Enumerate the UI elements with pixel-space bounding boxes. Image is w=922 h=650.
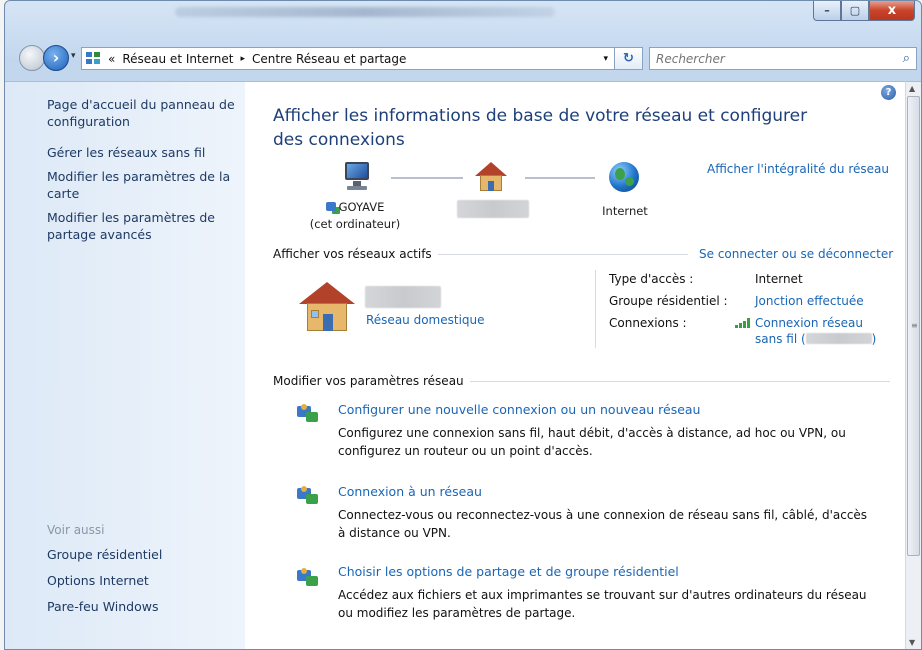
map-connector-line — [391, 177, 463, 179]
minimize-button[interactable]: – — [813, 1, 841, 21]
grip-icon: ≡ — [911, 321, 918, 330]
homegroup-small-icon — [325, 202, 336, 211]
map-connector-line — [525, 177, 595, 179]
vertical-scrollbar[interactable]: ▲ ≡ ▼ — [905, 81, 921, 649]
navigation-bar: › ▾ « Réseau et Internet ▸ Centre Réseau… — [5, 41, 921, 75]
control-panel-window: – ▢ x › ▾ « Réseau et Internet ▸ Centre … — [4, 0, 922, 650]
crumb-network-internet[interactable]: Réseau et Internet — [122, 52, 233, 66]
main-content: ? Afficher les informations de base de v… — [245, 81, 905, 649]
internet-label: Internet — [602, 204, 648, 218]
recent-pages-chevron-icon[interactable]: ▾ — [71, 51, 76, 61]
sidebar-link-windows-firewall[interactable]: Pare-feu Windows — [47, 598, 237, 615]
task-new-connection-desc: Configurez une connexion sans fil, haut … — [338, 426, 846, 458]
wireless-connection-link[interactable]: Connexion réseau — [755, 316, 863, 330]
wireless-connection-link-line2[interactable]: sans fil () — [755, 332, 876, 346]
home-network-icon — [299, 282, 355, 332]
redacted-network-name — [365, 286, 441, 308]
task-connect-network-link[interactable]: Connexion à un réseau — [338, 484, 482, 499]
search-icon[interactable]: ⌕ — [903, 51, 910, 66]
task-sharing-options-desc: Accédez aux fichiers et aux imprimantes … — [338, 588, 867, 620]
sidebar-link-advanced-sharing[interactable]: Modifier les paramètres de partage avanc… — [47, 209, 237, 243]
sidebar: Page d'accueil du panneau de configurati… — [5, 81, 245, 649]
address-dropdown-icon[interactable]: ▾ — [603, 54, 608, 64]
scroll-up-icon[interactable]: ▲ — [909, 84, 915, 93]
task-connect-network-desc: Connectez-vous ou reconnectez-vous à une… — [338, 508, 868, 540]
back-arrow-icon[interactable] — [19, 45, 45, 71]
connect-network-icon — [297, 486, 321, 506]
access-type-value: Internet — [755, 272, 803, 286]
globe-icon[interactable] — [609, 162, 639, 192]
maximize-button[interactable]: ▢ — [841, 1, 869, 21]
blurred-window-title — [175, 7, 555, 17]
network-type-link[interactable]: Réseau domestique — [366, 313, 485, 327]
see-also-heading: Voir aussi — [47, 523, 105, 537]
title-bar: – ▢ x — [5, 1, 921, 35]
sidebar-tasks: Page d'accueil du panneau de configurati… — [47, 96, 237, 257]
wifi-signal-icon — [735, 318, 751, 328]
page-title: Afficher les informations de base de vot… — [273, 106, 808, 150]
scroll-thumb[interactable]: ≡ — [907, 96, 920, 556]
crumb-network-center[interactable]: Centre Réseau et partage — [252, 52, 406, 66]
sidebar-see-also: Voir aussi Groupe résidentiel Options In… — [47, 523, 237, 624]
sidebar-link-internet-options[interactable]: Options Internet — [47, 572, 237, 589]
redacted-ssid — [805, 333, 872, 344]
task-new-connection-link[interactable]: Configurer une nouvelle connexion ou un … — [338, 402, 700, 417]
forward-arrow-icon[interactable]: › — [43, 45, 69, 71]
change-settings-header: Modifier vos paramètres réseau — [273, 374, 890, 388]
connect-disconnect-link[interactable]: Se connecter ou se déconnecter — [699, 247, 893, 261]
address-bar[interactable]: « Réseau et Internet ▸ Centre Réseau et … — [81, 47, 615, 70]
house-icon[interactable] — [475, 162, 507, 192]
computer-subtitle: (cet ordinateur) — [309, 217, 401, 231]
homegroup-link[interactable]: Jonction effectuée — [755, 294, 864, 308]
sidebar-link-adapter-settings[interactable]: Modifier les paramètres de la carte — [47, 168, 237, 202]
refresh-button[interactable]: ↻ — [615, 47, 643, 70]
active-networks-header: Afficher vos réseaux actifs — [273, 247, 688, 261]
computer-name: GOYAVE — [305, 200, 405, 214]
scroll-down-icon[interactable]: ▼ — [909, 638, 915, 647]
full-map-link[interactable]: Afficher l'intégralité du réseau — [707, 162, 889, 176]
sidebar-link-manage-wireless[interactable]: Gérer les réseaux sans fil — [47, 144, 237, 161]
crumb-separator-icon[interactable]: ▸ — [240, 54, 245, 64]
help-icon[interactable]: ? — [881, 85, 896, 100]
sidebar-link-homegroup[interactable]: Groupe résidentiel — [47, 546, 237, 563]
access-type-label: Type d'accès : — [609, 272, 694, 286]
window-controls: – ▢ x — [813, 1, 915, 21]
sidebar-link-control-panel-home[interactable]: Page d'accueil du panneau de configurati… — [47, 96, 237, 130]
redacted-network-name — [457, 200, 529, 218]
close-button[interactable]: x — [869, 1, 915, 21]
sharing-options-icon — [297, 568, 321, 588]
control-panel-icon — [86, 51, 102, 66]
address-prefix[interactable]: « — [108, 52, 115, 66]
computer-icon[interactable] — [341, 162, 373, 192]
search-box[interactable]: ⌕ — [649, 47, 917, 70]
properties-divider — [595, 270, 596, 348]
search-input[interactable] — [656, 51, 886, 66]
connections-label: Connexions : — [609, 316, 687, 330]
new-connection-icon — [297, 404, 321, 424]
task-sharing-options-link[interactable]: Choisir les options de partage et de gro… — [338, 564, 679, 579]
homegroup-label: Groupe résidentiel : — [609, 294, 728, 308]
